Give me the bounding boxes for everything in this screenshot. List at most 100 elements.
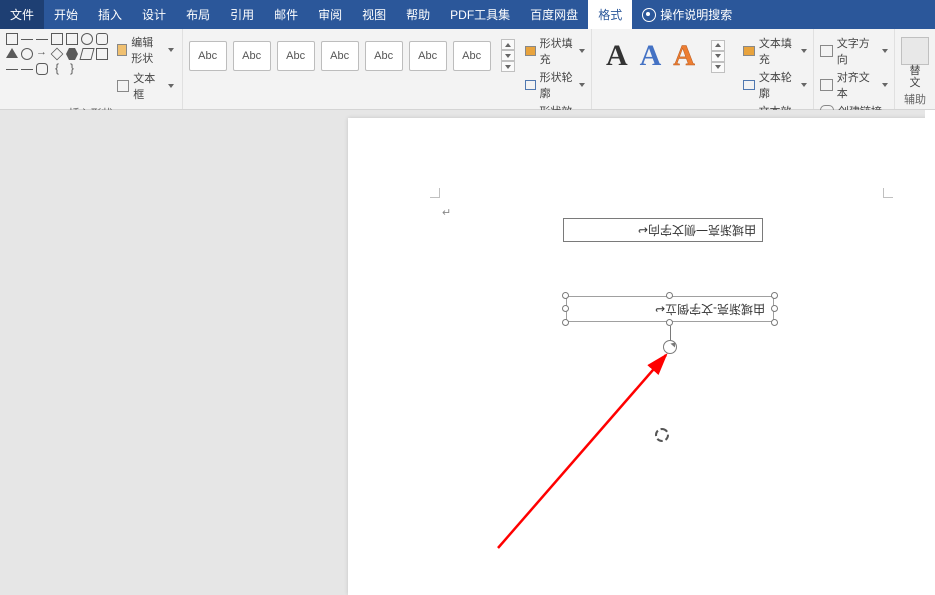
tab-file[interactable]: 文件	[0, 0, 44, 29]
group-label: 辅助	[901, 89, 929, 107]
chevron-down-icon	[882, 83, 888, 87]
chevron-down-icon	[505, 65, 511, 69]
shape-brace-left-icon[interactable]: {	[51, 63, 63, 75]
gallery-expand[interactable]	[501, 61, 515, 72]
shape-ellipse-icon[interactable]	[81, 33, 93, 45]
shape-freeform-icon[interactable]	[36, 63, 48, 75]
resize-handle-ml[interactable]	[562, 305, 569, 312]
resize-handle-bm[interactable]	[666, 319, 673, 326]
shape-triangle-icon[interactable]	[6, 48, 18, 58]
wordart-preset-2[interactable]: A	[640, 39, 662, 73]
wa-expand[interactable]	[711, 62, 725, 73]
tab-references[interactable]: 引用	[220, 0, 264, 29]
shape-line-icon[interactable]	[21, 39, 33, 51]
style-preset-5[interactable]: Abc	[365, 41, 403, 71]
resize-handle-tr[interactable]	[771, 292, 778, 299]
align-text-icon	[820, 79, 833, 91]
resize-handle-tm[interactable]	[666, 292, 673, 299]
text-outline-button[interactable]: 文本轮廓	[743, 69, 807, 101]
shape-brace-right-icon[interactable]: }	[66, 63, 78, 75]
tab-review[interactable]: 审阅	[308, 0, 352, 29]
wordart-preset-1[interactable]: A	[606, 39, 628, 73]
shape-gallery[interactable]: { }	[6, 33, 109, 76]
style-preset-3[interactable]: Abc	[277, 41, 315, 71]
align-text-label: 对齐文本	[837, 69, 876, 101]
wordart-preset-3[interactable]: A	[673, 39, 695, 73]
shape-style-gallery[interactable]: Abc Abc Abc Abc Abc Abc Abc	[189, 33, 515, 72]
right-edge-strip	[925, 110, 935, 595]
style-preset-7[interactable]: Abc	[453, 41, 491, 71]
group-shape-styles: Abc Abc Abc Abc Abc Abc Abc 形状填充	[183, 29, 592, 109]
tab-design[interactable]: 设计	[132, 0, 176, 29]
shape-cube-icon[interactable]	[96, 48, 108, 60]
resize-handle-bl[interactable]	[562, 319, 569, 326]
shape-diamond-icon[interactable]	[51, 48, 64, 61]
tab-pdf-tools[interactable]: PDF工具集	[440, 0, 520, 29]
group-accessibility: 替 文 辅助	[895, 29, 935, 109]
textbox-2-text: 由域渐亮-文字倒立↩	[655, 301, 765, 318]
edit-shape-button[interactable]: 编辑形状	[115, 33, 176, 67]
shape-rect-icon[interactable]	[6, 33, 18, 45]
style-preset-6[interactable]: Abc	[409, 41, 447, 71]
outline-pen-icon	[525, 80, 536, 90]
tab-mailings[interactable]: 邮件	[264, 0, 308, 29]
alt-text-label-2: 文	[910, 77, 921, 89]
shape-arrow-icon[interactable]	[36, 48, 48, 60]
text-direction-button[interactable]: 文字方向	[820, 35, 888, 67]
tab-home[interactable]: 开始	[44, 0, 88, 29]
style-preset-2[interactable]: Abc	[233, 41, 271, 71]
shape-rrect-icon[interactable]	[96, 33, 108, 45]
gallery-scroll-down[interactable]	[501, 50, 515, 61]
shape-hexagon-icon[interactable]	[66, 48, 78, 60]
shape-connector-icon[interactable]	[6, 69, 18, 81]
tab-baidu-netdisk[interactable]: 百度网盘	[520, 0, 588, 29]
shape-parallelogram-icon[interactable]	[79, 48, 94, 60]
shape-curve-icon[interactable]	[21, 69, 33, 81]
chevron-down-icon	[168, 84, 174, 88]
alt-text-icon[interactable]	[901, 37, 929, 65]
text-box-label: 文本框	[133, 70, 161, 102]
annotation-arrow	[490, 343, 680, 553]
style-preset-1[interactable]: Abc	[189, 41, 227, 71]
chevron-down-icon	[882, 49, 888, 53]
textbox-2-selected[interactable]: 由域渐亮-文字倒立↩	[566, 296, 774, 322]
resize-handle-tl[interactable]	[562, 292, 569, 299]
alt-text-label-1: 替	[910, 65, 921, 77]
tab-layout[interactable]: 布局	[176, 0, 220, 29]
chevron-down-icon	[801, 83, 807, 87]
text-direction-icon	[820, 45, 833, 57]
shape-rect2-icon[interactable]	[51, 33, 63, 45]
chevron-down-icon	[715, 65, 721, 69]
text-fill-label: 文本填充	[759, 35, 795, 67]
document-page[interactable]: ↵ 由域渐亮一侧文字向↩ 由域渐亮-文字倒立↩	[348, 118, 935, 595]
tab-format[interactable]: 格式	[588, 0, 632, 29]
tell-me-search[interactable]: 操作说明搜索	[632, 0, 742, 29]
text-fill-button[interactable]: 文本填充	[743, 35, 807, 67]
edit-shape-label: 编辑形状	[131, 34, 161, 66]
tab-view[interactable]: 视图	[352, 0, 396, 29]
wa-scroll-up[interactable]	[711, 40, 725, 51]
wordart-gallery[interactable]: A A A	[598, 33, 733, 73]
tab-help[interactable]: 帮助	[396, 0, 440, 29]
paragraph-mark-icon: ↵	[442, 206, 451, 219]
gallery-scroll-up[interactable]	[501, 39, 515, 50]
wa-scroll-down[interactable]	[711, 51, 725, 62]
text-fill-icon	[743, 46, 755, 56]
chevron-down-icon	[579, 49, 585, 53]
resize-handle-br[interactable]	[771, 319, 778, 326]
text-box-button[interactable]: 文本框	[115, 69, 176, 103]
edit-shape-icon	[117, 44, 127, 56]
shape-rect3-icon[interactable]	[66, 33, 78, 45]
fill-bucket-icon	[525, 46, 536, 56]
align-text-button[interactable]: 对齐文本	[820, 69, 888, 101]
chevron-down-icon	[505, 54, 511, 58]
style-preset-4[interactable]: Abc	[321, 41, 359, 71]
textbox-1[interactable]: 由域渐亮一侧文字向↩	[563, 218, 763, 242]
shape-fill-button[interactable]: 形状填充	[525, 35, 585, 67]
text-box-icon	[117, 80, 129, 92]
tab-insert[interactable]: 插入	[88, 0, 132, 29]
chevron-down-icon	[801, 49, 807, 53]
shape-outline-button[interactable]: 形状轮廓	[525, 69, 585, 101]
rotation-handle[interactable]	[663, 340, 677, 354]
resize-handle-mr[interactable]	[771, 305, 778, 312]
